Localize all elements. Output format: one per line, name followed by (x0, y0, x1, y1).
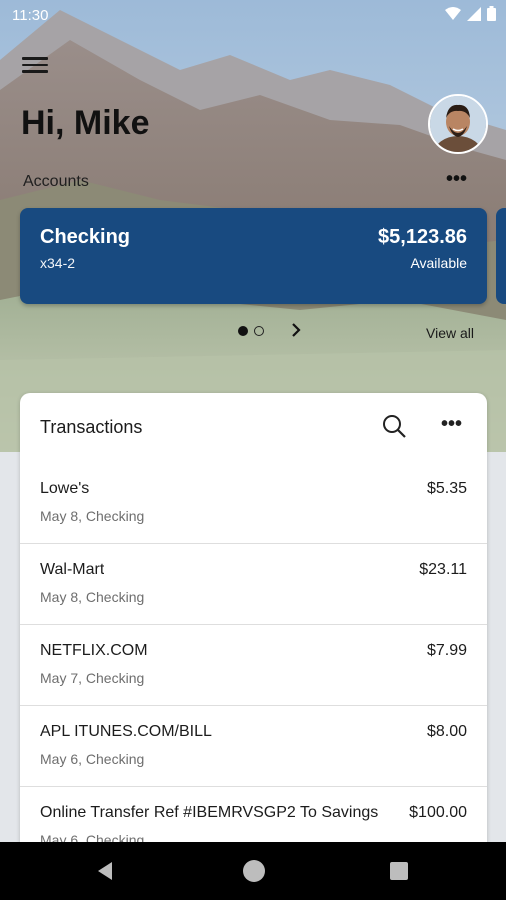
account-number: x34-2 (40, 255, 76, 271)
status-bar: 11:30 (0, 0, 506, 30)
transaction-amount: $8.00 (426, 723, 467, 740)
back-button[interactable] (96, 861, 114, 886)
battery-icon (487, 6, 496, 21)
wifi-icon (445, 6, 461, 20)
account-name: Checking (40, 226, 131, 248)
transactions-title: Transactions (40, 417, 143, 437)
transaction-merchant: APL ITUNES.COM/BILL (40, 723, 212, 740)
transaction-amount: $7.99 (426, 642, 467, 659)
transactions-header: Transactions ••• (20, 393, 487, 463)
avatar-image (430, 96, 486, 152)
view-all-link[interactable]: View all (426, 325, 474, 341)
menu-icon-bar (22, 63, 48, 66)
carousel-indicator (238, 326, 264, 336)
search-icon (383, 415, 406, 438)
menu-icon-bar (22, 70, 48, 73)
accounts-label: Accounts (23, 173, 89, 190)
transaction-date-account: May 6, Checking (40, 751, 145, 767)
transaction-amount: $23.11 (419, 561, 467, 578)
home-icon[interactable] (243, 860, 265, 882)
transaction-row[interactable]: NETFLIX.COM $7.99 May 7, Checking (20, 625, 487, 706)
account-balance: $5,123.86 (378, 226, 467, 248)
accounts-more-button[interactable]: ••• (446, 168, 467, 191)
carousel-dot-active[interactable] (238, 326, 248, 336)
transactions-card: Transactions ••• Lowe's $5.35 May 8, Che… (20, 393, 487, 853)
transaction-merchant: Lowe's (40, 480, 90, 497)
search-button[interactable] (381, 413, 407, 439)
recents-icon[interactable] (390, 862, 408, 880)
transaction-amount: $5.35 (426, 480, 467, 497)
back-icon (98, 862, 112, 880)
carousel-dot[interactable] (254, 326, 264, 336)
transaction-merchant: NETFLIX.COM (40, 642, 148, 659)
checking-account-card[interactable]: Checking x34-2 $5,123.86 Available (20, 208, 487, 304)
transaction-date-account: May 8, Checking (40, 508, 145, 524)
transaction-amount: $100.00 (409, 804, 467, 821)
status-icons (445, 6, 496, 21)
transaction-merchant: Wal-Mart (40, 561, 105, 578)
menu-icon-bar (22, 57, 48, 60)
greeting-title: Hi, Mike (21, 104, 150, 142)
transaction-date-account: May 8, Checking (40, 589, 145, 605)
system-navigation-bar (0, 842, 506, 900)
profile-avatar[interactable] (428, 94, 488, 154)
transaction-row[interactable]: Lowe's $5.35 May 8, Checking (20, 463, 487, 544)
status-time: 11:30 (12, 7, 49, 24)
transaction-date-account: May 7, Checking (40, 670, 145, 686)
menu-button[interactable] (22, 54, 48, 76)
signal-icon (467, 6, 481, 21)
account-balance-label: Available (410, 255, 467, 271)
transaction-merchant: Online Transfer Ref #IBEMRVSGP2 To Savin… (40, 804, 379, 821)
transactions-more-button[interactable]: ••• (441, 413, 462, 436)
chevron-right-icon[interactable] (291, 322, 301, 343)
transaction-row[interactable]: Wal-Mart $23.11 May 8, Checking (20, 544, 487, 625)
transaction-row[interactable]: APL ITUNES.COM/BILL $8.00 May 6, Checkin… (20, 706, 487, 787)
next-account-card-peek[interactable] (496, 208, 506, 304)
